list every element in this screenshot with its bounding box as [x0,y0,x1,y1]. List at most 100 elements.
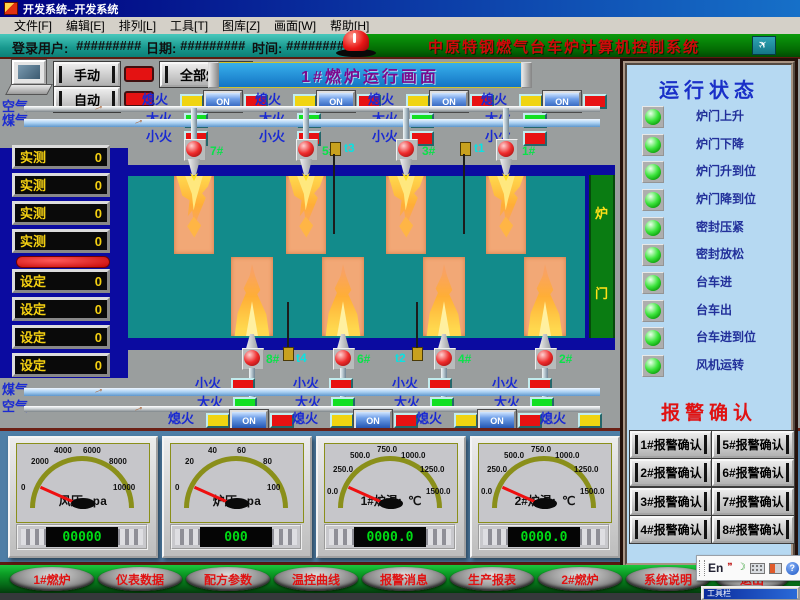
burner-lamp [537,350,553,366]
off-indicator [454,413,478,428]
desktop-strip [0,593,800,600]
menu-item-edit[interactable]: 编辑[E] [66,17,105,34]
supply-pipe [403,108,409,142]
gauge-readout: 000 [200,527,272,547]
status-label: 炉门下降 [696,134,744,154]
furnace2-temp-gauge: 0.0250.0 500.0750.0 1000.01250.0 1500.0 … [470,436,620,558]
measured-display: 实测0 [12,173,110,197]
measured-display: 实测0 [12,229,110,253]
scada-screen: 开发系统--开发系统 文件[F] 编辑[E] 排列[L] 工具[T] 图库[Z]… [0,0,800,600]
ime-mode-icon[interactable]: ☽ [737,563,746,573]
off-label: 熄火 [416,412,442,425]
alarm-confirm-button-6[interactable]: 6#报警确认 [712,459,794,486]
flow-arrow-icon: → [130,398,146,415]
manual-button[interactable]: 手动 [54,62,120,87]
burner-lamp [244,350,260,366]
language-indicator[interactable]: En [708,561,723,575]
menu-bar: 文件[F] 编辑[E] 排列[L] 工具[T] 图库[Z] 画面[W] 帮助[H… [0,17,800,35]
nav-temp-curve-button[interactable]: 温控曲线 [274,567,358,591]
computer-keyboard-icon [5,84,53,95]
app-icon [4,2,18,15]
burner-lamp [498,141,514,157]
off-indicator [578,413,602,428]
menu-item-screen[interactable]: 画面[W] [274,17,316,34]
menu-item-gallery[interactable]: 图库[Z] [222,17,260,34]
toolbox-titlebar[interactable]: 工具栏 [704,589,797,599]
setpoint-display[interactable]: 设定0 [12,297,110,321]
nav-alarm-message-button[interactable]: 报警消息 [362,567,446,591]
gas-pipe [24,119,600,127]
thermocouple-rod [416,302,418,348]
toolbar-window-icon[interactable] [769,563,782,574]
thermocouple-head [460,142,471,156]
status-label: 密封放松 [696,244,744,264]
alarm-confirm-button-1[interactable]: 1#报警确认 [630,431,712,458]
status-label: 台车出 [696,300,732,320]
burner-id: 7# [210,145,223,157]
window-titlebar: 开发系统--开发系统 [0,0,800,17]
flame-panel [524,257,566,336]
drag-handle[interactable] [699,560,705,576]
flame-panel [174,176,214,254]
thermocouple-rod [463,154,465,234]
burner-id: 3# [422,145,435,157]
menu-item-arrange[interactable]: 排列[L] [119,17,156,34]
thermocouple-id: t2 [395,352,406,364]
setpoint-display[interactable]: 设定0 [12,353,110,377]
alarm-confirm-button-8[interactable]: 8#报警确认 [712,516,794,543]
supply-pipe [191,108,197,142]
furnace-pressure-gauge: 020 4060 80100 炉压:pa 000 [162,436,312,558]
menu-item-tools[interactable]: 工具[T] [170,17,208,34]
keyboard-icon[interactable] [750,563,765,574]
off-label: 熄火 [540,412,566,425]
gauge-readout: 0000.0 [508,527,580,547]
help-icon[interactable]: ? [786,562,799,575]
burner-fault-indicator [394,413,418,428]
status-label: 炉门降到位 [696,189,756,209]
furnace1-temp-gauge: 0.0250.0 500.0750.0 1000.01250.0 1500.0 … [316,436,466,558]
status-label: 风机运转 [696,355,744,375]
nav-instrument-data-button[interactable]: 仪表数据 [98,567,182,591]
supply-pipe [303,108,309,142]
setpoint-display[interactable]: 设定0 [12,269,110,293]
date-label: 日期: [146,38,176,57]
quote-icon[interactable]: ❞ [727,563,732,573]
nav-furnace1-button[interactable]: 1#燃炉 [10,567,94,591]
alarm-confirm-button-7[interactable]: 7#报警确认 [712,488,794,515]
alarm-beacon-icon [343,30,369,51]
alarm-confirm-button-3[interactable]: 3#报警确认 [630,488,712,515]
alarm-beacon-highlight [353,33,356,43]
status-lamp [642,106,664,128]
burner-fault-indicator [518,413,542,428]
status-label: 炉门上升 [696,106,744,126]
off-label: 熄火 [368,93,394,106]
off-label: 熄火 [255,93,281,106]
language-bar: En ❞ ☽ ? [696,555,800,581]
thermocouple-head [412,347,423,361]
nav-production-report-button[interactable]: 生产报表 [450,567,534,591]
flame-panel [486,176,526,254]
low-fire-label: 小火 [259,130,285,143]
thermocouple-head [283,347,294,361]
off-label: 熄火 [292,412,318,425]
furnace-door: 炉门 [589,175,615,338]
burner-id: 4# [458,353,471,365]
toolbox-window[interactable]: 工具栏 [701,586,800,600]
burner-lamp [436,350,452,366]
back-arrow-icon[interactable]: ✈ [752,36,776,55]
status-label: 密封压紧 [696,217,744,237]
status-label: 炉门升到位 [696,161,756,181]
menu-item-file[interactable]: 文件[F] [14,17,52,34]
status-lamp [642,217,664,239]
flame-panel [322,257,364,336]
nav-recipe-params-button[interactable]: 配方参数 [186,567,270,591]
measured-display: 实测0 [12,145,110,169]
setpoint-display[interactable]: 设定0 [12,325,110,349]
nav-furnace2-button[interactable]: 2#燃炉 [538,567,622,591]
thermocouple-rod [333,154,335,234]
alarm-confirm-button-5[interactable]: 5#报警确认 [712,431,794,458]
alarm-confirm-button-4[interactable]: 4#报警确认 [630,516,712,543]
alarm-confirm-button-2[interactable]: 2#报警确认 [630,459,712,486]
burner-id: 1# [522,145,535,157]
furnace-wall-top [128,165,615,176]
